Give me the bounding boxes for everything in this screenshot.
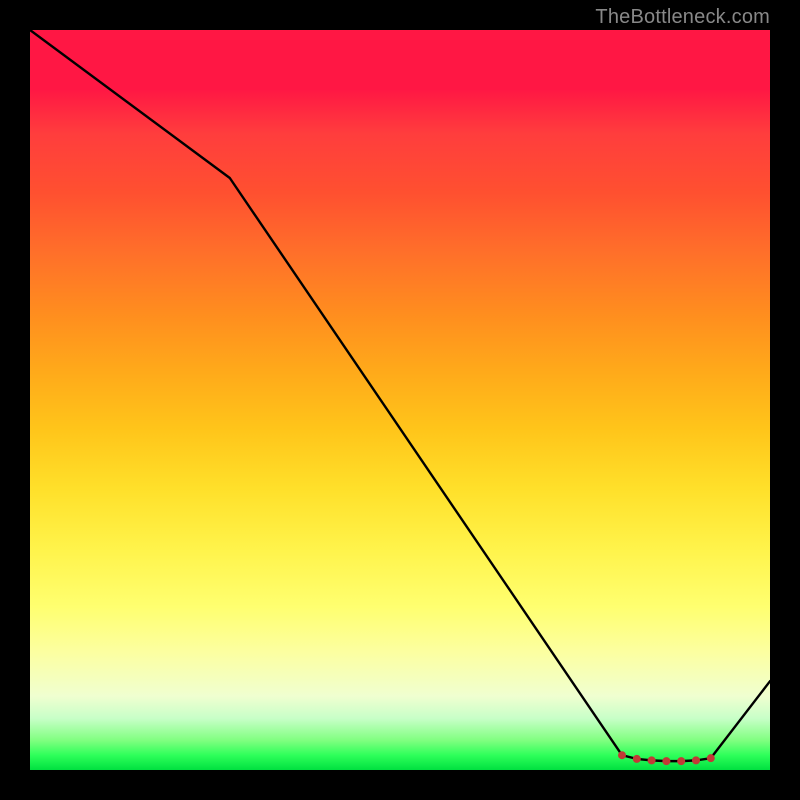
marker-point — [618, 751, 626, 759]
marker-point — [677, 757, 685, 765]
chart-svg — [30, 30, 770, 770]
series-line — [30, 30, 770, 761]
chart-container: TheBottleneck.com — [0, 0, 800, 800]
marker-point — [707, 754, 715, 762]
series-markers — [618, 751, 715, 765]
plot-area — [30, 30, 770, 770]
marker-point — [662, 757, 670, 765]
marker-point — [633, 755, 641, 763]
marker-point — [648, 756, 656, 764]
attribution-label: TheBottleneck.com — [595, 6, 770, 29]
marker-point — [692, 756, 700, 764]
